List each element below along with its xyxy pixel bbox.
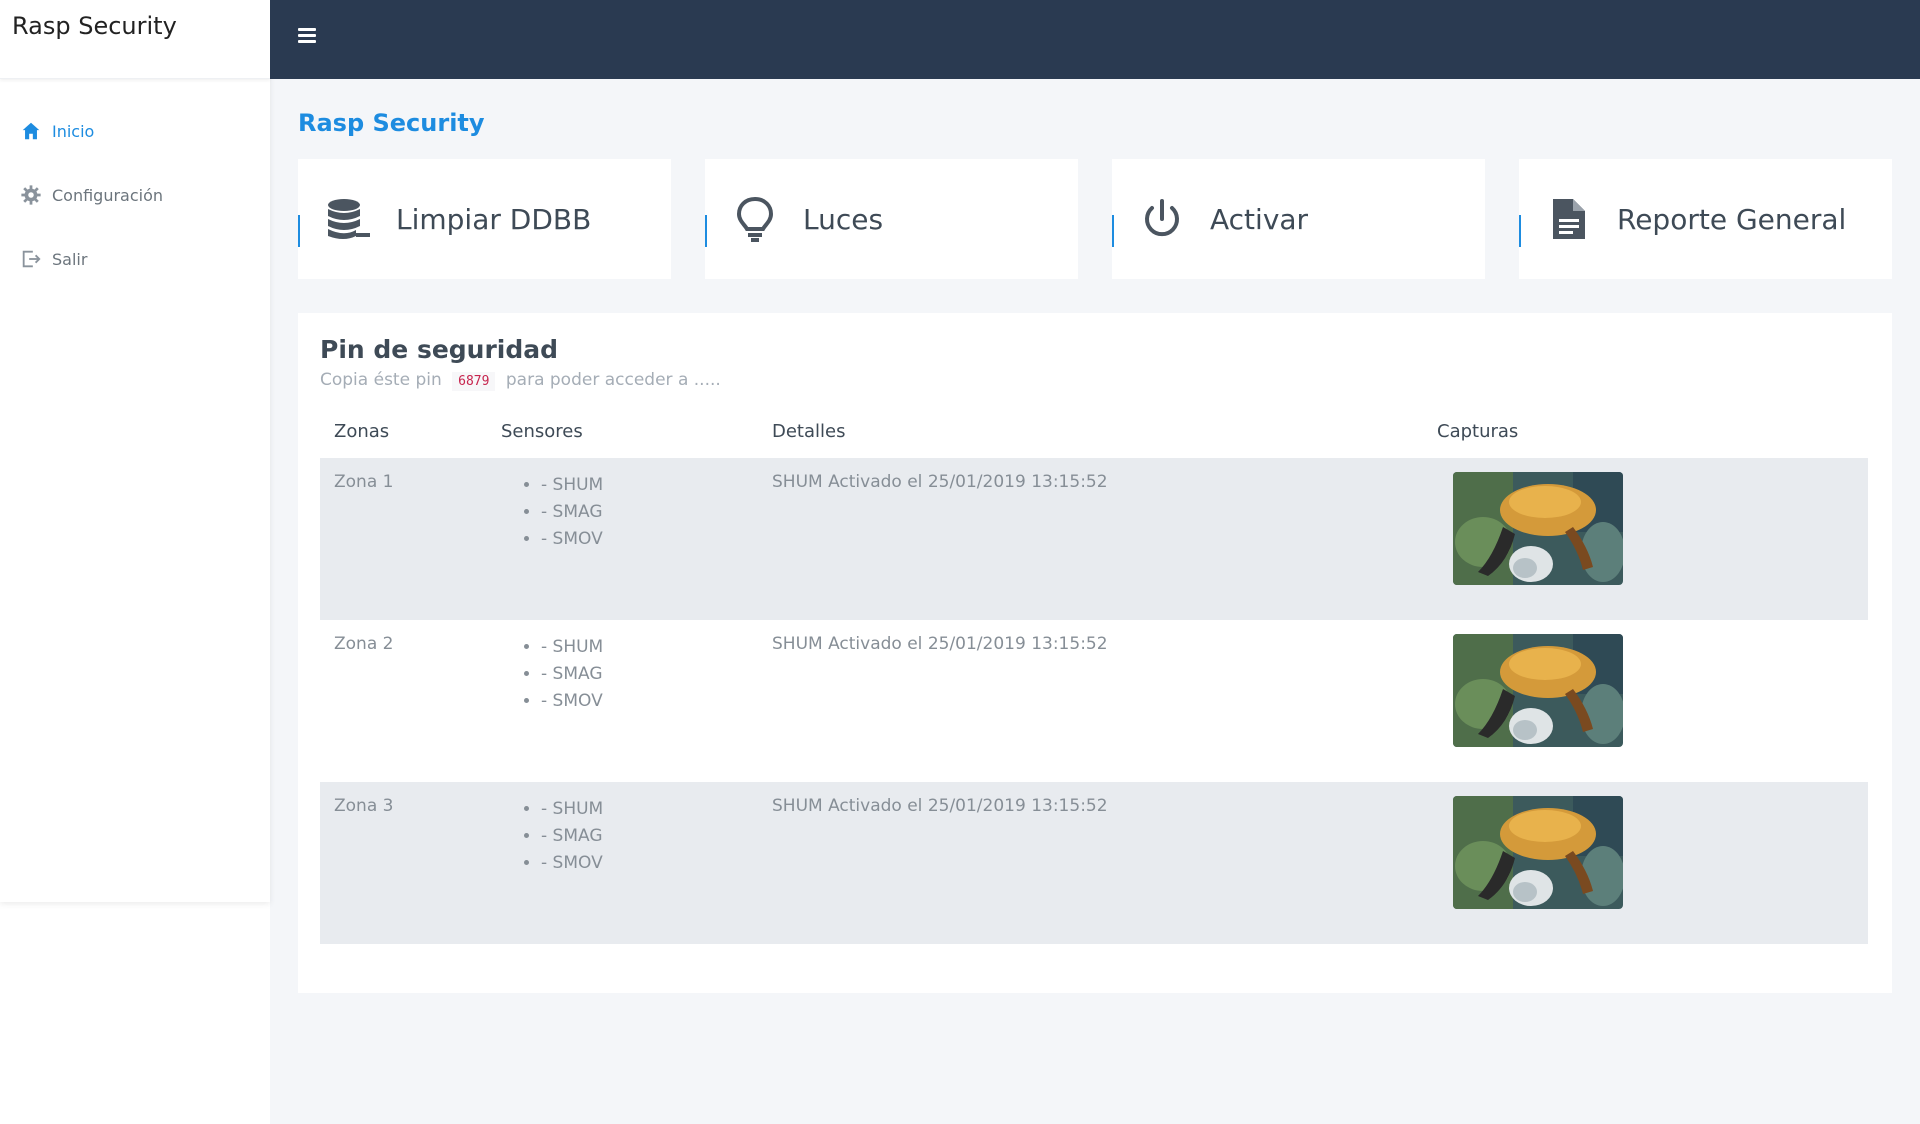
table-header-row: Zonas Sensores Detalles Capturas [320,418,1868,458]
list-item: - SMOV [541,850,744,877]
card-label: Activar [1210,202,1309,236]
top-bar [270,0,1920,79]
sensor-list: - SHUM - SMAG - SMOV [501,796,744,877]
capture-thumbnail[interactable] [1453,796,1623,909]
logout-icon [20,248,42,270]
sensor-list: - SHUM - SMAG - SMOV [501,472,744,553]
card-label: Limpiar DDBB [396,202,592,236]
table-row: Zona 2 - SHUM - SMAG - SMOV SHUM Activad… [320,620,1868,782]
detail-text: SHUM Activado el 25/01/2019 13:15:52 [758,458,1423,620]
column-header-zonas: Zonas [334,420,390,442]
sidebar-panel: Rasp Security Inicio Configuración Salir [0,0,270,902]
sensor-cell: - SHUM - SMAG - SMOV [487,782,758,944]
capture-thumbnail[interactable] [1453,472,1623,585]
pin-code: 6879 [452,372,496,391]
luces-button[interactable]: Luces [705,159,1078,279]
lightbulb-icon [731,195,779,243]
hamburger-icon[interactable] [298,28,320,50]
sidebar-item-label: Configuración [52,185,164,205]
activar-button[interactable]: Activar [1112,159,1485,279]
sidebar-item-salir[interactable]: Salir [0,227,270,291]
list-item: - SMAG [541,661,744,688]
list-item: - SHUM [541,472,744,499]
sidebar-item-configuracion[interactable]: Configuración [0,163,270,227]
power-icon [1138,195,1186,243]
capture-cell [1423,620,1868,782]
zones-table: Zonas Sensores Detalles Capturas Zona 1 … [320,418,1868,944]
list-item: - SMOV [541,688,744,715]
card-label: Reporte General [1617,202,1847,236]
gear-icon [20,184,42,206]
column-header-detalles: Detalles [772,420,846,442]
list-item: - SMAG [541,823,744,850]
card-label: Luces [803,202,884,236]
zone-name: Zona 3 [320,782,487,944]
main-content: Rasp Security Limpiar DDBB Luces Activar… [270,79,1920,1124]
sidebar-nav: Inicio Configuración Salir [0,79,270,291]
capture-thumbnail[interactable] [1453,634,1623,747]
capture-cell [1423,458,1868,620]
detail-text: SHUM Activado el 25/01/2019 13:15:52 [758,782,1423,944]
home-icon [20,120,42,142]
list-item: - SHUM [541,796,744,823]
sidebar-item-inicio[interactable]: Inicio [0,99,270,163]
brand-title: Rasp Security [0,0,270,79]
zone-name: Zona 2 [334,634,394,654]
list-item: - SMOV [541,526,744,553]
action-cards: Limpiar DDBB Luces Activar Reporte Gener… [298,159,1892,279]
column-header-capturas: Capturas [1437,420,1519,442]
limpiar-ddbb-button[interactable]: Limpiar DDBB [298,159,671,279]
detail-text: SHUM Activado el 25/01/2019 13:15:52 [772,634,1108,654]
list-item: - SHUM [541,634,744,661]
reporte-general-button[interactable]: Reporte General [1519,159,1892,279]
pin-instruction: Copia éste pin [320,370,442,390]
panel-title: Pin de seguridad [320,335,559,364]
database-clear-icon [324,195,372,243]
sidebar-item-label: Salir [52,249,88,269]
sensor-cell: - SHUM - SMAG - SMOV [487,458,758,620]
sidebar: Rasp Security Inicio Configuración Salir [0,0,270,1124]
list-item: - SMAG [541,499,744,526]
page-title: Rasp Security [298,109,485,137]
security-pin-panel: Pin de seguridad Copia éste pin 6879 par… [298,313,1892,993]
sidebar-item-label: Inicio [52,121,95,141]
table-row: Zona 3 - SHUM - SMAG - SMOV SHUM Activad… [320,782,1868,944]
table-row: Zona 1 - SHUM - SMAG - SMOV SHUM Activad… [320,458,1868,620]
sensor-list: - SHUM - SMAG - SMOV [501,634,744,715]
panel-subtitle: Copia éste pin 6879 para poder acceder a… [320,370,1870,391]
zone-name: Zona 1 [320,458,487,620]
sensor-cell: - SHUM - SMAG - SMOV [487,620,758,782]
capture-cell [1423,782,1868,944]
document-icon [1545,195,1593,243]
pin-instruction-suffix: para poder acceder a ..... [505,370,721,390]
column-header-sensores: Sensores [501,420,583,442]
